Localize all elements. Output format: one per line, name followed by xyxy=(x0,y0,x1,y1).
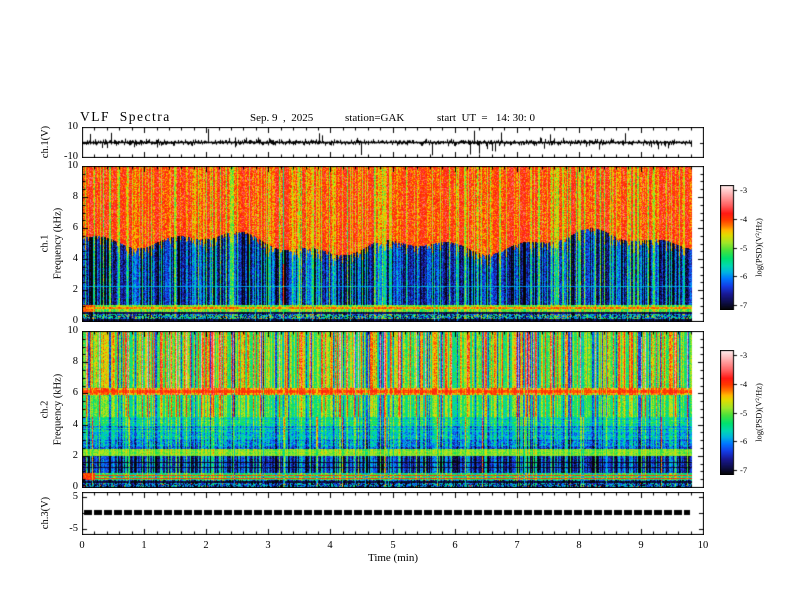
ch3-waveform-panel xyxy=(82,492,704,535)
time-xtick-label: 10 xyxy=(697,540,709,551)
ch1-freq-ytick-label: 10 xyxy=(67,160,79,171)
colorbar1-tick-label: -3 xyxy=(740,185,748,195)
time-xtick-label: 9 xyxy=(638,540,644,551)
ch2-spectrogram-panel xyxy=(82,331,704,488)
time-axis-label: Time (min) xyxy=(367,552,418,564)
ch1-colorbar xyxy=(720,185,739,310)
ch1-freq-ytick-label: 4 xyxy=(72,253,78,264)
colorbar2-tick-label: -6 xyxy=(740,436,748,446)
time-xtick-label: 7 xyxy=(514,540,520,551)
ch2-freq-ytick-label: 4 xyxy=(72,419,78,430)
ch1-ytick-label: 10 xyxy=(67,121,79,132)
ch2-freq-ytick-label: 10 xyxy=(67,325,79,336)
ch1-freq-ytick-label: 2 xyxy=(72,284,78,295)
station-label: station=GAK xyxy=(345,112,405,124)
ch1-freq-ytick-label: 6 xyxy=(72,222,78,233)
colorbar2-tick-label: -5 xyxy=(740,408,748,418)
colorbar1-tick-label: -7 xyxy=(740,300,748,310)
ch1-colorbar-label: log(PSD)(V²/Hz) xyxy=(753,218,764,277)
ch2-freq-ytick-label: 8 xyxy=(72,356,78,367)
colorbar1-tick-label: -5 xyxy=(740,243,748,253)
ch3-ytick-label: -5 xyxy=(69,523,78,534)
time-xtick-label: 2 xyxy=(203,540,209,551)
colorbar2-tick-label: -3 xyxy=(740,350,748,360)
time-xtick-label: 8 xyxy=(576,540,582,551)
time-xtick-label: 6 xyxy=(452,540,458,551)
ch2-colorbar xyxy=(720,350,739,475)
time-xtick-label: 3 xyxy=(265,540,271,551)
start-ut-label: start UT = 14: 30: 0 xyxy=(437,112,535,124)
ch2-freq-ytick-label: 2 xyxy=(72,450,78,461)
ch1-freq-ytick-label: 8 xyxy=(72,191,78,202)
ch3-ytick-label: 5 xyxy=(72,491,78,502)
time-xtick-label: 4 xyxy=(327,540,333,551)
ch1-spectrogram-panel xyxy=(82,166,704,322)
colorbar2-tick-label: -4 xyxy=(740,379,748,389)
colorbar2-tick-label: -7 xyxy=(740,465,748,475)
ch1-waveform-panel xyxy=(82,127,704,158)
plot-date: Sep. 9 , 2025 xyxy=(250,112,314,124)
time-xtick-label: 1 xyxy=(141,540,147,551)
vlf-spectra-figure: VLF Spectra Sep. 9 , 2025 station=GAK st… xyxy=(0,0,792,612)
colorbar1-tick-label: -4 xyxy=(740,214,748,224)
ch2-colorbar-label: log(PSD)(V²/Hz) xyxy=(753,383,764,442)
colorbar1-tick-label: -6 xyxy=(740,271,748,281)
time-xtick-label: 5 xyxy=(390,540,396,551)
plot-title: VLF Spectra xyxy=(80,109,171,124)
time-xtick-label: 0 xyxy=(79,540,85,551)
ch2-freq-ytick-label: 6 xyxy=(72,387,78,398)
